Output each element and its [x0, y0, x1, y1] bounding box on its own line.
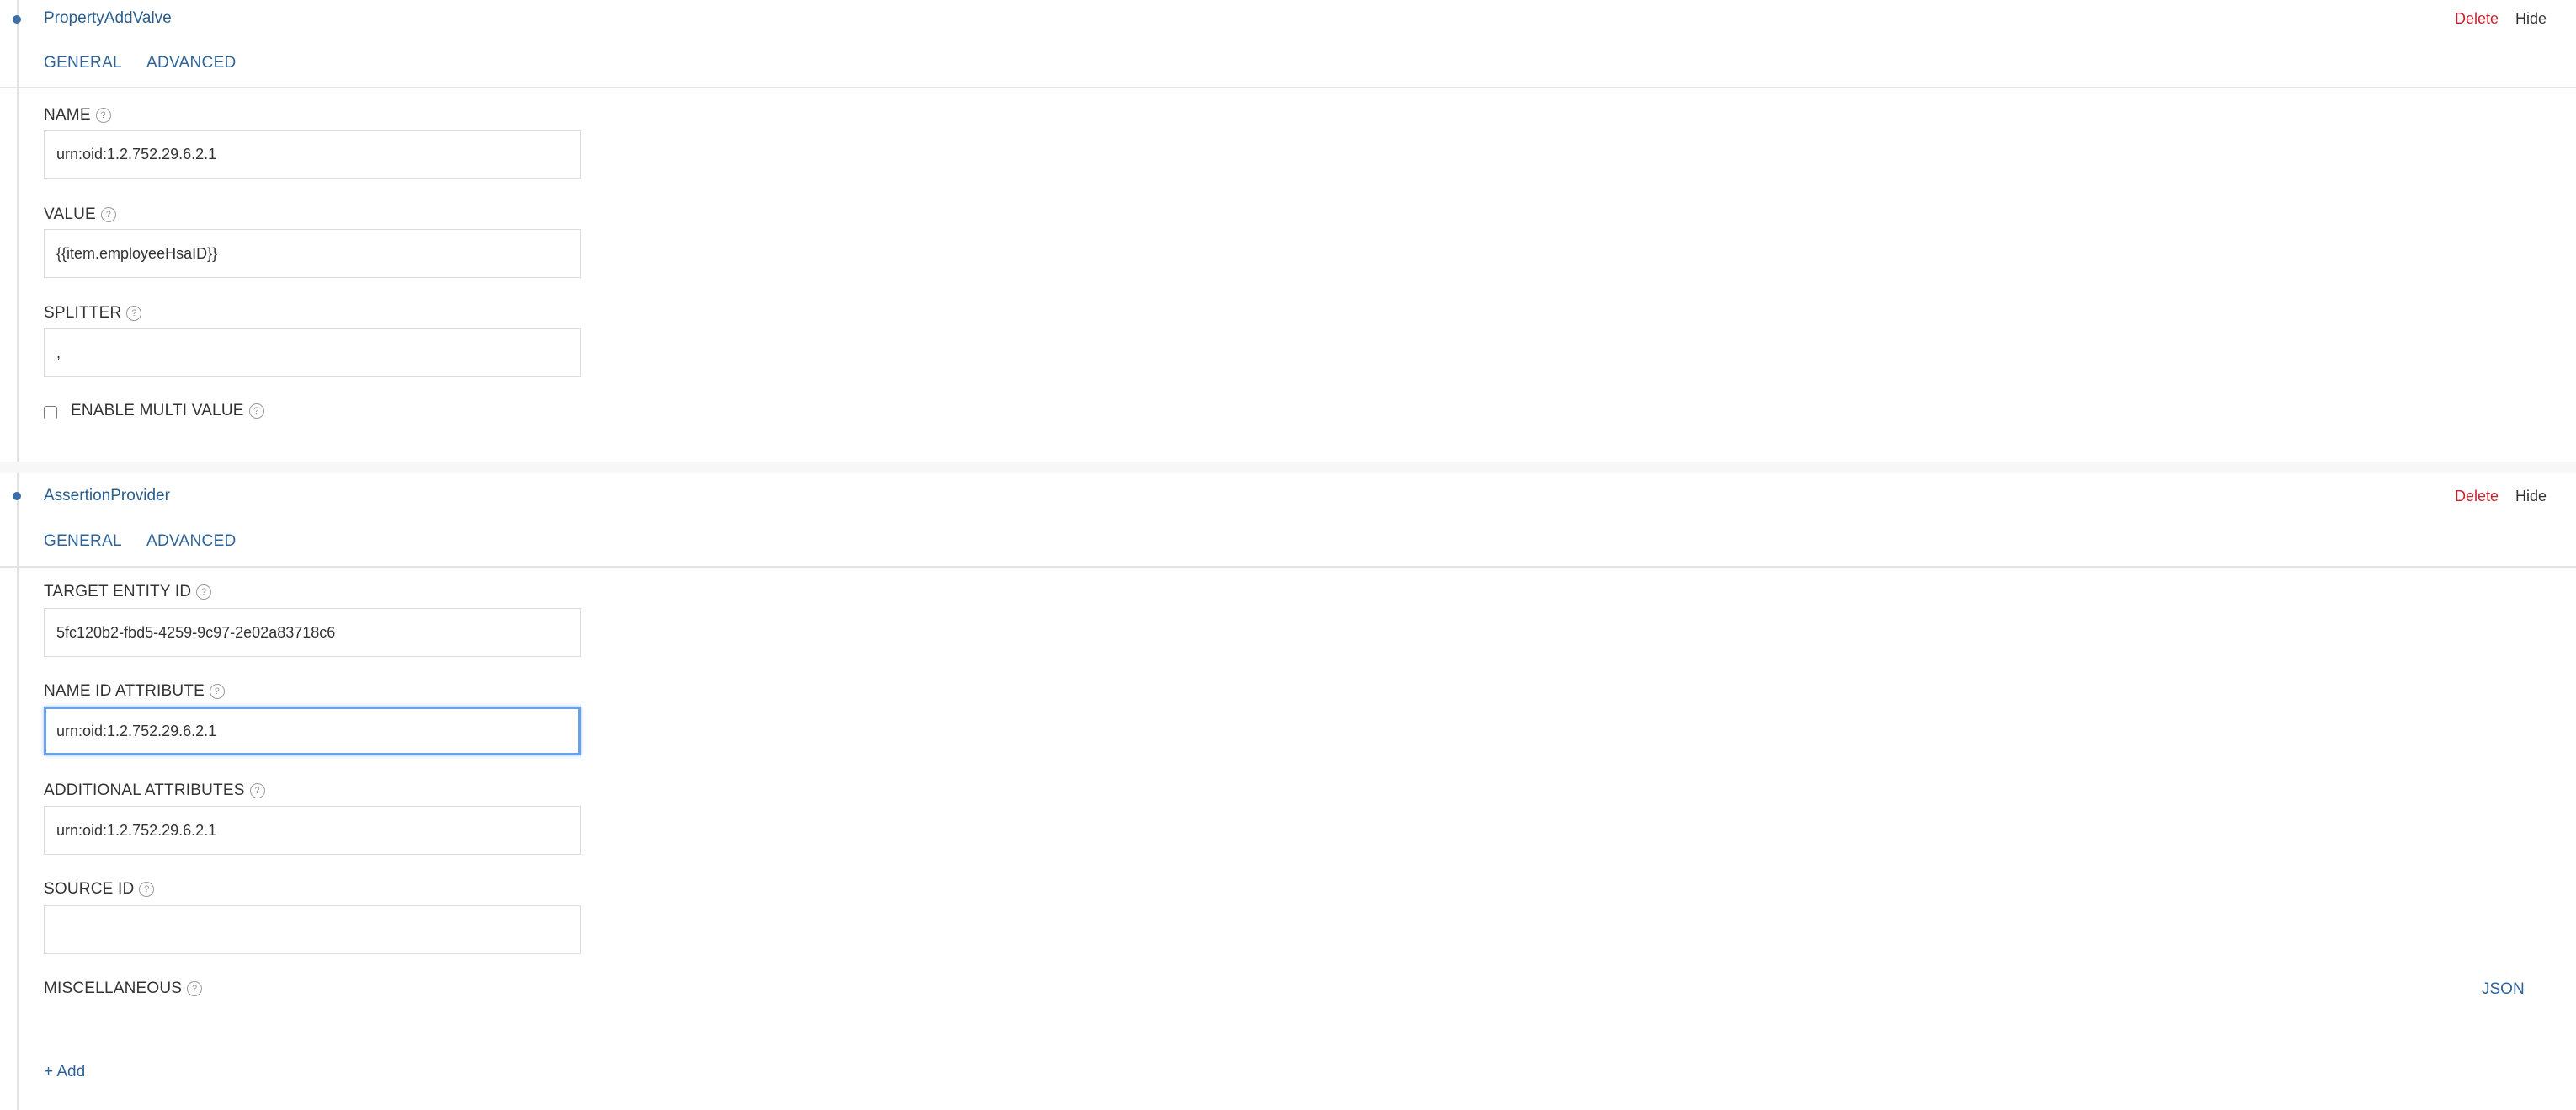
panel-separator	[0, 462, 2576, 473]
timeline-bullet	[13, 15, 21, 24]
help-icon[interactable]: ?	[248, 403, 264, 419]
hide-button[interactable]: Hide	[2515, 488, 2547, 505]
name-input[interactable]	[44, 130, 581, 179]
help-icon[interactable]: ?	[209, 684, 225, 699]
target-entity-id-input[interactable]	[44, 608, 581, 657]
splitter-input[interactable]	[44, 328, 581, 377]
tab-advanced[interactable]: ADVANCED	[146, 532, 237, 551]
field-label-splitter: SPLITTER?	[44, 304, 142, 323]
value-input[interactable]	[44, 229, 581, 278]
field-label-source-id: SOURCE ID?	[44, 880, 155, 899]
tab-advanced[interactable]: ADVANCED	[146, 54, 237, 72]
json-link[interactable]: JSON	[2482, 980, 2525, 999]
field-label-name-id-attribute: NAME ID ATTRIBUTE?	[44, 682, 225, 701]
timeline-line	[17, 0, 19, 1110]
timeline-bullet	[13, 492, 21, 500]
additional-attributes-input[interactable]	[44, 806, 581, 855]
tabs-divider	[0, 566, 2576, 568]
checkbox-label: ENABLE MULTI VALUE?	[71, 402, 264, 420]
add-button[interactable]: + Add	[44, 1063, 85, 1081]
help-icon[interactable]: ?	[187, 981, 203, 996]
help-icon[interactable]: ?	[196, 584, 212, 600]
tab-general[interactable]: GENERAL	[44, 532, 122, 551]
name-id-attribute-input[interactable]	[44, 707, 581, 755]
help-icon[interactable]: ?	[139, 882, 155, 897]
field-label-miscellaneous: MISCELLANEOUS?	[44, 979, 203, 998]
tabs-divider	[0, 87, 2576, 88]
delete-button[interactable]: Delete	[2455, 488, 2499, 505]
panel-title: AssertionProvider	[44, 487, 170, 504]
hide-button[interactable]: Hide	[2515, 10, 2547, 28]
source-id-input[interactable]	[44, 905, 581, 954]
field-label-value: VALUE?	[44, 205, 116, 224]
field-label-additional-attributes: ADDITIONAL ATTRIBUTES?	[44, 782, 265, 800]
enable-multi-value-checkbox[interactable]	[44, 406, 57, 419]
help-icon[interactable]: ?	[126, 306, 142, 321]
tab-general[interactable]: GENERAL	[44, 54, 122, 72]
field-label-target-entity-id: TARGET ENTITY ID?	[44, 583, 212, 601]
help-icon[interactable]: ?	[249, 783, 265, 798]
panel-title: PropertyAddValve	[44, 9, 172, 27]
help-icon[interactable]: ?	[95, 108, 111, 123]
help-icon[interactable]: ?	[100, 207, 116, 222]
delete-button[interactable]: Delete	[2455, 10, 2499, 28]
field-label-name: NAME?	[44, 106, 111, 125]
